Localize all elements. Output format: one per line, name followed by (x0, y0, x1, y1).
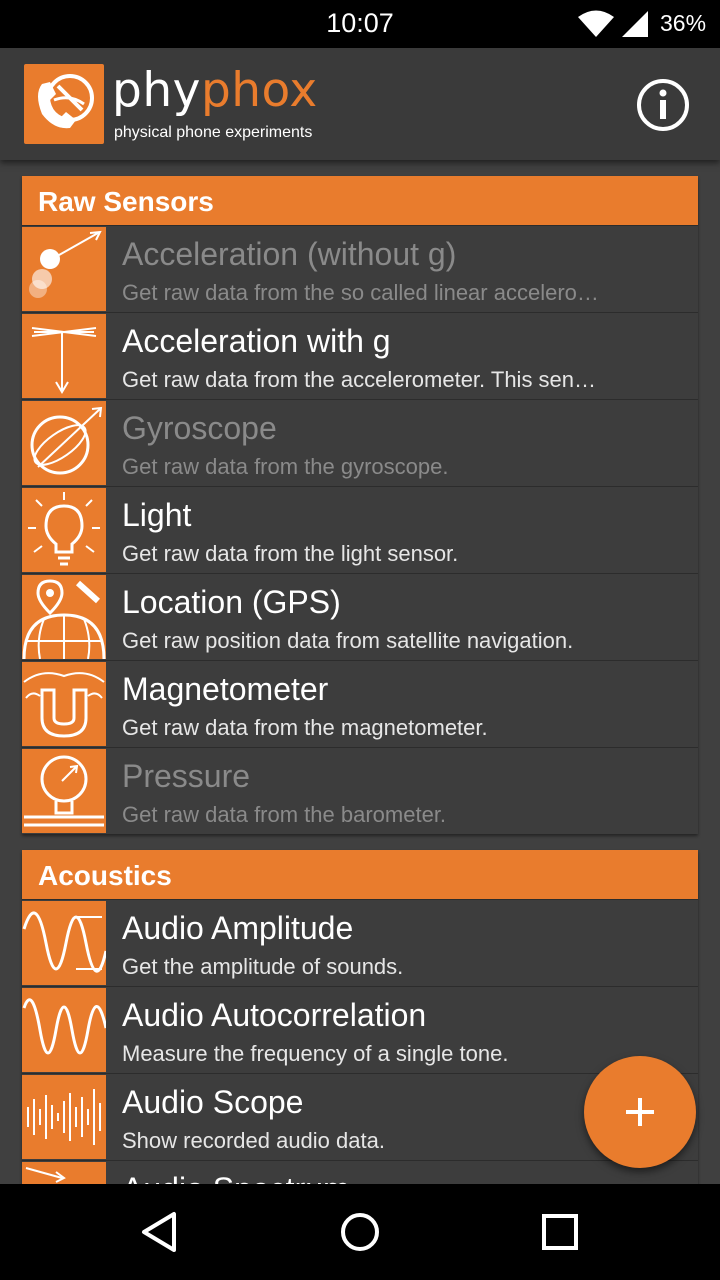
system-nav-bar (0, 1184, 720, 1280)
battery-percent: 36% (660, 10, 707, 36)
brand-part-phy: phy (112, 63, 201, 118)
amplitude-wave-icon (22, 901, 108, 985)
experiment-description: Get raw data from the magnetometer. (122, 715, 488, 740)
app-brand: phyphox (112, 66, 318, 116)
info-icon (637, 79, 689, 131)
light-bulb-icon (22, 488, 106, 572)
experiment-acceleration-with-g[interactable]: Acceleration with g Get raw data from th… (22, 312, 698, 399)
experiment-light[interactable]: Light Get raw data from the light sensor… (22, 486, 698, 573)
experiment-audio-amplitude[interactable]: Audio Amplitude Get the amplitude of sou… (22, 899, 698, 986)
experiment-description: Get raw data from the accelerometer. Thi… (122, 367, 597, 392)
category-header: Acoustics (22, 850, 698, 899)
experiment-magnetometer[interactable]: Magnetometer Get raw data from the magne… (22, 660, 698, 747)
gyroscope-icon (22, 401, 106, 485)
experiment-description: Get raw data from the gyroscope. (122, 454, 449, 479)
status-bar: 10:07 36% (0, 0, 720, 48)
experiment-title: Audio Scope (122, 1084, 304, 1120)
app-tagline: physical phone experiments (114, 124, 313, 141)
phyphox-logo-icon (24, 64, 104, 144)
app-bar: phyphox physical phone experiments (0, 48, 720, 160)
experiment-title: Audio Autocorrelation (122, 997, 427, 1033)
home-circle-icon[interactable] (336, 1208, 384, 1256)
experiment-title: Pressure (122, 758, 251, 794)
audio-scope-icon (22, 1075, 106, 1159)
info-button[interactable] (636, 78, 690, 132)
wifi-icon (578, 10, 614, 37)
gps-globe-icon (22, 575, 106, 660)
recents-square-icon[interactable] (536, 1208, 584, 1256)
experiment-description: Get raw data from the so called linear a… (122, 280, 599, 305)
experiment-title: Acceleration (without g) (122, 236, 457, 272)
back-triangle-icon[interactable] (136, 1208, 184, 1256)
experiment-description: Get raw position data from satellite nav… (122, 628, 574, 653)
experiment-description: Get raw data from the barometer. (122, 802, 447, 827)
add-experiment-button[interactable] (584, 1056, 696, 1168)
experiment-acceleration-without-g[interactable]: Acceleration (without g) Get raw data fr… (22, 225, 698, 312)
experiment-gyroscope[interactable]: Gyroscope Get raw data from the gyroscop… (22, 399, 698, 486)
acceleration-g-icon (22, 314, 106, 398)
acceleration-icon (22, 227, 106, 311)
experiment-title: Audio Amplitude (122, 910, 354, 946)
barometer-icon (22, 749, 106, 833)
autocorrelation-wave-icon (22, 988, 108, 1072)
experiment-location-gps[interactable]: Location (GPS) Get raw position data fro… (22, 573, 698, 660)
experiment-title: Magnetometer (122, 671, 329, 707)
experiment-description: Get the amplitude of sounds. (122, 954, 404, 979)
category-header: Raw Sensors (22, 176, 698, 225)
experiment-title: Light (122, 497, 192, 533)
magnet-icon (22, 662, 106, 746)
plus-icon (626, 1098, 654, 1126)
category-raw-sensors: Raw Sensors Acceleration (without g) Get… (22, 176, 698, 834)
experiment-title: Location (GPS) (122, 584, 341, 620)
experiment-title: Gyroscope (122, 410, 277, 446)
cell-signal-icon (622, 11, 648, 37)
experiment-title: Acceleration with g (122, 323, 391, 359)
experiment-description: Get raw data from the light sensor. (122, 541, 459, 566)
experiment-pressure[interactable]: Pressure Get raw data from the barometer… (22, 747, 698, 834)
brand-part-phox: phox (200, 63, 318, 118)
